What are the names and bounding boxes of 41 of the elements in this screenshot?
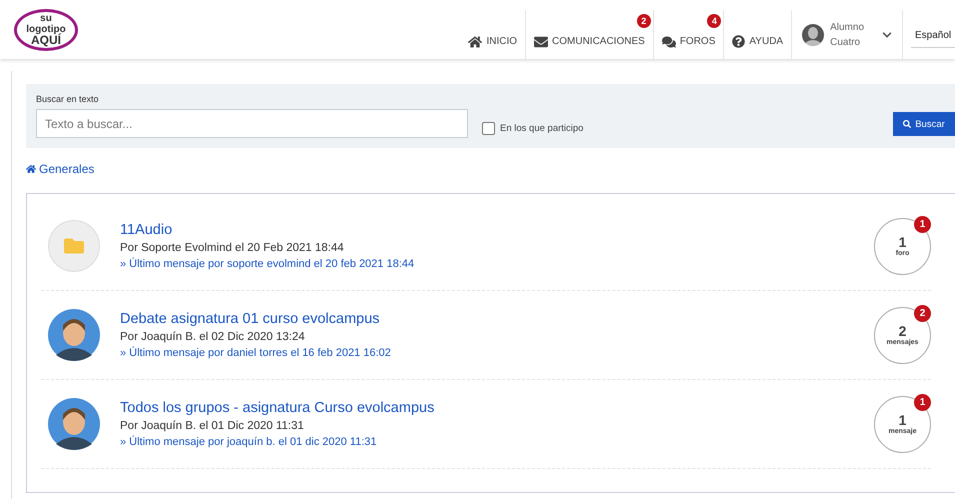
- checkbox-label: En los que participo: [500, 123, 584, 134]
- forum-author: Por Joaquín B. el 01 Dic 2020 11:31: [120, 420, 305, 432]
- forum-title[interactable]: 11Audio: [120, 222, 874, 238]
- nav-link[interactable]: AYUDA: [724, 10, 792, 59]
- folder-icon: [64, 236, 84, 256]
- search-field[interactable]: Texto a buscar...: [36, 109, 468, 138]
- last-message-link[interactable]: » Último mensaje por joaquín b. el 01 dic 2020 11:31: [120, 436, 874, 448]
- chevron-down-icon: [882, 30, 892, 40]
- avatar-icon: [48, 309, 100, 361]
- notification-badge: 2: [636, 14, 651, 28]
- forum-author: Por Joaquín B. el 02 Dic 2020 13:24: [120, 331, 306, 343]
- search-icon: [903, 120, 912, 128]
- envelope-icon: [534, 34, 548, 48]
- notification-badge: 4: [707, 14, 722, 28]
- avatar-icon: [48, 398, 100, 450]
- count-value: 2: [898, 324, 906, 339]
- user-avatar-icon: [802, 24, 824, 46]
- field-label: Buscar en texto: [36, 94, 100, 104]
- forum-title[interactable]: Debate asignatura 01 curso evolcampus: [120, 311, 874, 327]
- forum-title[interactable]: Todos los grupos - asignatura Curso evolcampus: [120, 400, 874, 416]
- nav-link[interactable]: INICIO: [460, 10, 526, 59]
- count-value: 1: [898, 235, 906, 250]
- count-value: 1: [898, 413, 906, 428]
- nav-link[interactable]: COMUNICACIONES 2: [526, 10, 654, 59]
- participation-checkbox[interactable]: En los que participo: [482, 122, 893, 135]
- help-icon: [732, 35, 746, 48]
- last-message-link[interactable]: » Último mensaje por daniel torres el 16 feb 2021 16:02: [120, 347, 874, 359]
- last-message-link[interactable]: » Último mensaje por soporte evolmind el 20 feb 2021 18:44: [120, 258, 874, 270]
- unread-badge: 1: [914, 216, 931, 232]
- nav-link[interactable]: FOROS 4: [654, 10, 724, 59]
- breadcrumb-link[interactable]: Generales: [26, 162, 94, 176]
- language-select[interactable]: Español: [911, 24, 955, 48]
- home-icon: [468, 34, 482, 48]
- home-icon: [26, 164, 36, 174]
- forum-author: Por Soporte Evolmind el 20 Feb 2021 18:44: [120, 242, 345, 254]
- search-button[interactable]: Buscar: [893, 112, 955, 136]
- unread-badge: 1: [914, 394, 931, 410]
- chat-icon: [662, 34, 676, 48]
- unread-badge: 2: [914, 304, 931, 322]
- user-menu[interactable]: Alumno Cuatro: [792, 10, 903, 59]
- logo[interactable]: su logotipo AQUÍ: [14, 8, 78, 50]
